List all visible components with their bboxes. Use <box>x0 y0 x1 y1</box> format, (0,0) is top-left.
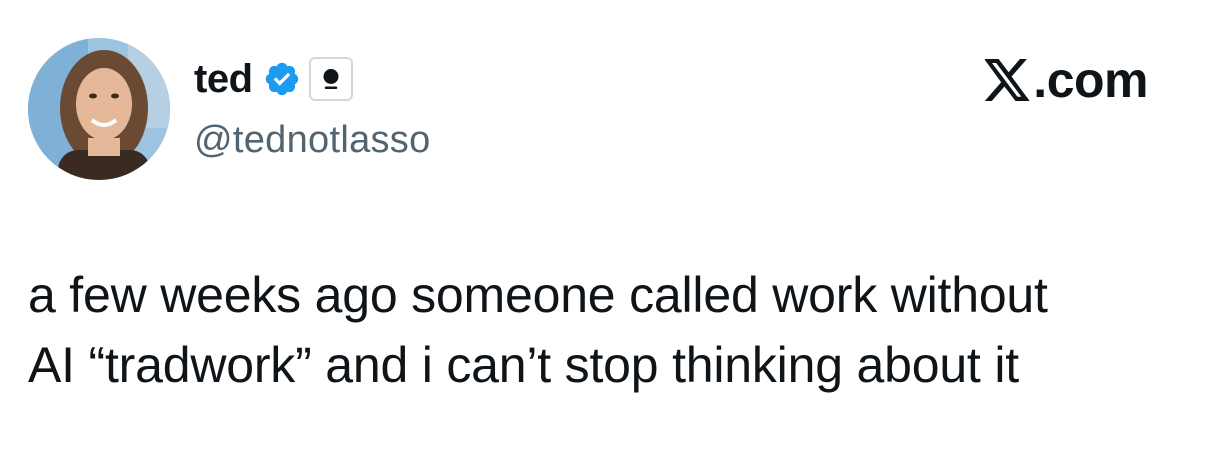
tweet-text: a few weeks ago someone called work with… <box>28 260 1178 400</box>
author-handle[interactable]: @tednotlasso <box>194 116 431 164</box>
author-name-row: ted <box>194 54 353 104</box>
display-name[interactable]: ted <box>194 54 253 104</box>
brand-domain: .com <box>1033 52 1148 108</box>
microphone-icon[interactable] <box>308 57 353 101</box>
tweet-card: ted @tednotlasso .com a few weeks ago so… <box>0 0 1206 450</box>
brand-logo: .com <box>984 52 1148 108</box>
avatar[interactable] <box>28 38 170 180</box>
tweet-line: AI “tradwork” and i can’t stop thinking … <box>28 337 1019 393</box>
tweet-line: a few weeks ago someone called work with… <box>28 267 1048 323</box>
x-logo-icon <box>984 59 1031 101</box>
avatar-image <box>28 38 170 180</box>
verified-badge-icon[interactable] <box>263 60 301 98</box>
